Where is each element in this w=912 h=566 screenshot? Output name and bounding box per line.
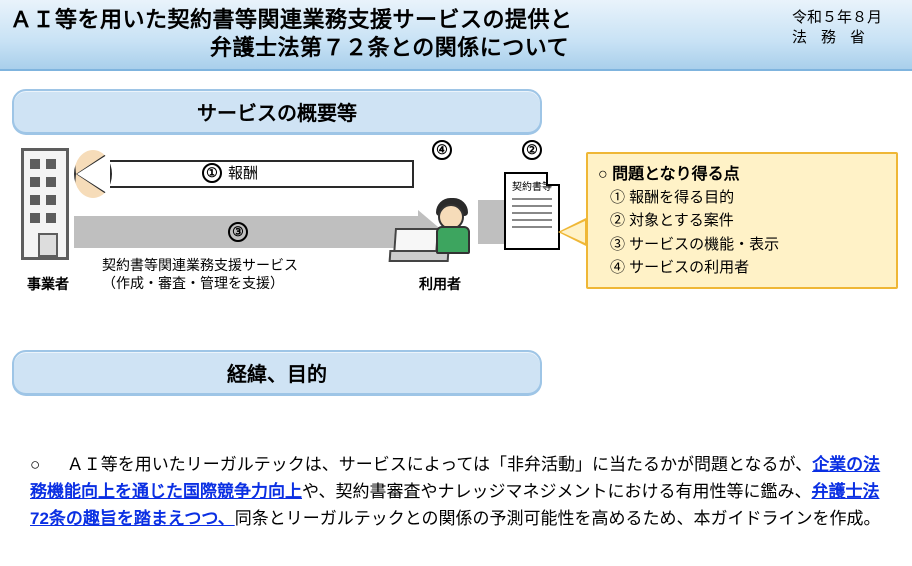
marker-4: ④ bbox=[432, 138, 452, 160]
issues-panel: ○ 問題となり得る点 ① 報酬を得る目的 ② 対象とする案件 ③ サービスの機能… bbox=[586, 152, 898, 289]
contract-document-icon: 契約書等 bbox=[504, 172, 560, 250]
service-line-2: （作成・審査・管理を支援） bbox=[102, 274, 298, 292]
section-overview-label: サービスの概要等 bbox=[197, 103, 357, 125]
provider-label: 事業者 bbox=[12, 274, 84, 294]
arrow1-text: 報酬 bbox=[228, 162, 258, 183]
section-header-background: 経緯、目的 bbox=[12, 350, 542, 395]
page-title: ＡＩ等を用いた契約書等関連業務支援サービスの提供と 弁護士法第７２条との関係につ… bbox=[10, 6, 784, 61]
header-meta: 令和５年８月 法務省 bbox=[792, 6, 902, 47]
body-t2: や、契約書審査やナレッジマネジメントにおける有用性等に鑑み、 bbox=[302, 482, 812, 501]
building-icon bbox=[16, 148, 74, 268]
callout-tail-icon bbox=[558, 218, 586, 246]
section-header-overview: サービスの概要等 bbox=[12, 89, 542, 134]
service-line-1: 契約書等関連業務支援サービス bbox=[102, 256, 298, 274]
bullet-mark: ○ bbox=[30, 451, 62, 478]
body-t3: 同条とリーガルテックとの関係の予測可能性を高めるため、本ガイドラインを作成。 bbox=[235, 509, 881, 528]
arrow3-number: ③ bbox=[228, 222, 248, 242]
issue-item: ④ サービスの利用者 bbox=[610, 256, 886, 279]
title-bar: ＡＩ等を用いた契約書等関連業務支援サービスの提供と 弁護士法第７２条との関係につ… bbox=[0, 0, 912, 71]
arrow1-label: ① 報酬 bbox=[202, 162, 258, 183]
service-text: 契約書等関連業務支援サービス （作成・審査・管理を支援） bbox=[102, 256, 298, 292]
issues-list: ① 報酬を得る目的 ② 対象とする案件 ③ サービスの機能・表示 ④ サービスの… bbox=[598, 186, 886, 279]
issues-title: ○ 問題となり得る点 bbox=[598, 160, 886, 184]
arrow1-number: ① bbox=[202, 163, 222, 183]
title-line-1: ＡＩ等を用いた契約書等関連業務支援サービスの提供と bbox=[10, 7, 573, 32]
agency-label: 法務省 bbox=[792, 28, 902, 48]
user-label: 利用者 bbox=[410, 274, 470, 294]
marker-2: ② bbox=[522, 138, 542, 160]
arrow3-label: ③ bbox=[228, 222, 248, 242]
issue-item: ③ サービスの機能・表示 bbox=[610, 233, 886, 256]
body-paragraph: ○ ＡＩ等を用いたリーガルテックは、サービスによっては「非弁活動」に当たるかが問… bbox=[30, 451, 882, 533]
issue-item: ① 報酬を得る目的 bbox=[610, 186, 886, 209]
date-label: 令和５年８月 bbox=[792, 8, 902, 28]
issue-item: ② 対象とする案件 bbox=[610, 209, 886, 232]
body-t1: ＡＩ等を用いたリーガルテックは、サービスによっては「非弁活動」に当たるかが問題と… bbox=[67, 455, 812, 474]
title-line-2: 弁護士法第７２条との関係について bbox=[10, 34, 784, 62]
section-background-label: 経緯、目的 bbox=[227, 364, 327, 386]
